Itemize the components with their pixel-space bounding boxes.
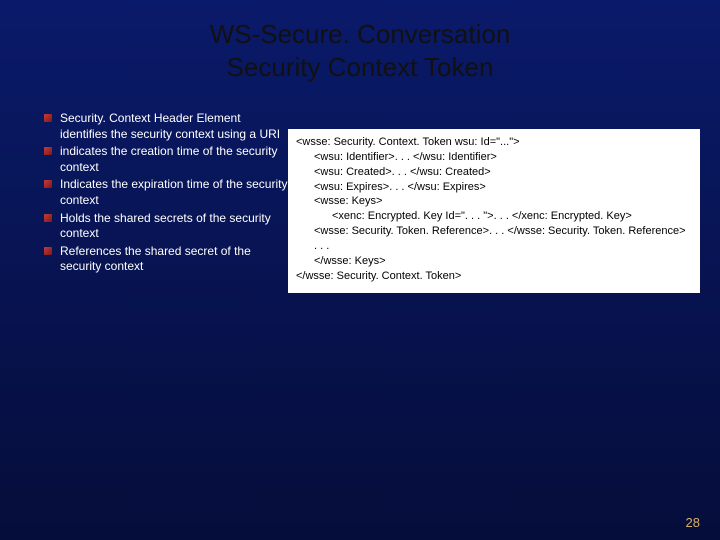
slide-content: Security. Context Header Element identif…: [0, 83, 720, 293]
title-line-1: WS-Secure. Conversation: [210, 19, 511, 49]
code-line: <wsse: Security. Context. Token wsu: Id=…: [296, 135, 692, 150]
bullet-text: References the shared secret of the secu…: [60, 244, 251, 274]
code-line: </wsse: Keys>: [296, 254, 692, 269]
code-line: <wsu: Created>. . . </wsu: Created>: [296, 165, 692, 180]
list-item: indicates the creation time of the secur…: [58, 144, 288, 175]
bullet-list: Security. Context Header Element identif…: [20, 111, 288, 277]
code-line: <wsse: Keys>: [296, 194, 692, 209]
title-line-2: Security Context Token: [227, 52, 494, 82]
code-line: <xenc: Encrypted. Key Id=". . . ">. . . …: [296, 209, 692, 224]
code-example-box: <wsse: Security. Context. Token wsu: Id=…: [288, 129, 700, 293]
bullet-text: Holds the shared secrets of the security…: [60, 211, 271, 241]
bullet-text: Indicates the expiration time of the sec…: [60, 177, 287, 207]
bullet-text: Security. Context Header Element identif…: [60, 111, 280, 141]
code-line: </wsse: Security. Context. Token>: [296, 269, 692, 284]
page-number: 28: [686, 515, 700, 530]
list-item: Indicates the expiration time of the sec…: [58, 177, 288, 208]
list-item: Security. Context Header Element identif…: [58, 111, 288, 142]
code-line: . . .: [296, 239, 692, 254]
list-item: References the shared secret of the secu…: [58, 244, 288, 275]
code-line: <wsu: Identifier>. . . </wsu: Identifier…: [296, 150, 692, 165]
code-line: <wsu: Expires>. . . </wsu: Expires>: [296, 180, 692, 195]
bullet-text: indicates the creation time of the secur…: [60, 144, 277, 174]
slide-title: WS-Secure. Conversation Security Context…: [0, 0, 720, 83]
code-line: <wsse: Security. Token. Reference>. . . …: [296, 224, 692, 239]
list-item: Holds the shared secrets of the security…: [58, 211, 288, 242]
